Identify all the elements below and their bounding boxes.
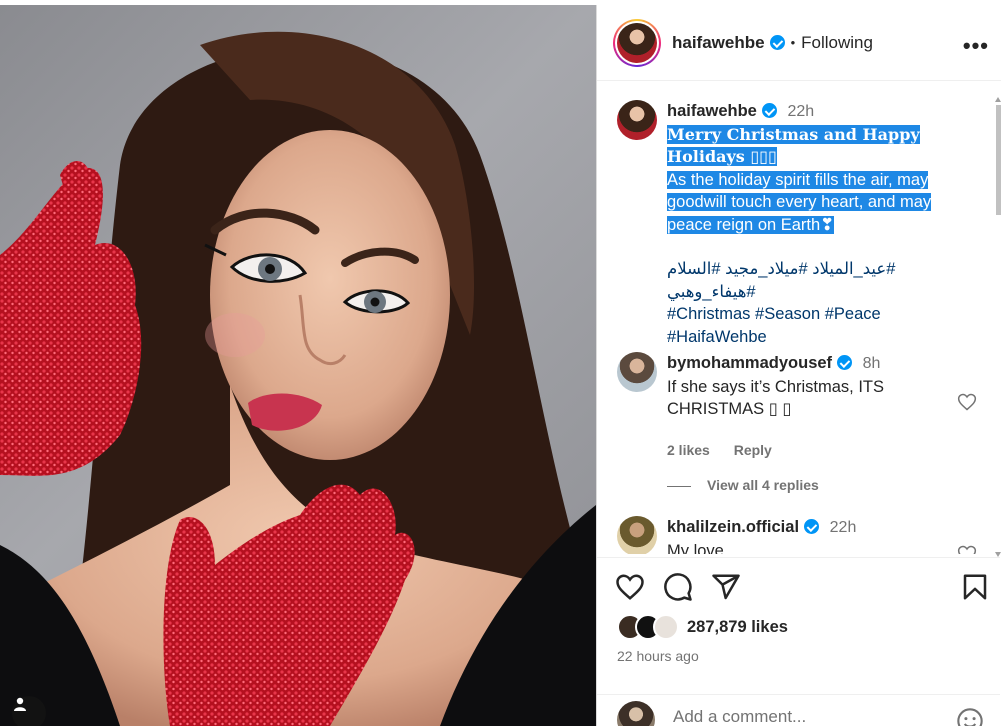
comments-scrollbar[interactable] <box>995 97 1001 557</box>
caption-text-line: goodwill touch every heart, and may <box>667 193 932 211</box>
current-user-avatar <box>617 701 655 726</box>
author-avatar-ring[interactable] <box>613 18 661 67</box>
scroll-up-arrow[interactable] <box>995 97 1001 102</box>
verified-icon <box>804 519 820 534</box>
author-username[interactable]: haifawehbe <box>672 33 765 53</box>
caption-title-line: Holidays ▯▯▯ <box>667 147 777 166</box>
user-tag-icon[interactable] <box>12 696 46 726</box>
commenter-avatar[interactable] <box>617 516 657 554</box>
comment-likes[interactable]: 2 likes <box>667 442 710 458</box>
caption-title-line: Merry Christmas and Happy <box>667 124 920 144</box>
caption-avatar[interactable] <box>617 100 657 140</box>
verified-icon <box>837 355 853 370</box>
author-avatar <box>617 22 657 63</box>
post-sidebar: haifawehbe • Following ••• haifawehbe 22… <box>596 5 1001 726</box>
comment-text: CHRISTMAS ▯ ▯ <box>667 400 792 418</box>
commenter-avatar[interactable] <box>617 352 657 392</box>
reply-button[interactable]: Reply <box>734 442 772 458</box>
post-timestamp[interactable]: 22 hours ago <box>617 648 699 664</box>
likes-row[interactable]: 287,879 likes <box>617 614 788 640</box>
comment-text: If she says it’s Christmas, ITS <box>667 377 884 396</box>
verified-icon <box>761 103 777 118</box>
comment-time[interactable]: 22h <box>830 519 857 536</box>
caption-hashtags: #عيد_الميلاد #ميلاد_مجيد #السلام #هيفاء_… <box>667 258 977 348</box>
post-photo[interactable] <box>0 5 596 726</box>
comment-icon[interactable] <box>663 572 693 602</box>
separator-dot: • <box>790 35 796 50</box>
caption-time[interactable]: 22h <box>787 103 814 120</box>
comment-username[interactable]: bymohammadyousef <box>667 354 832 372</box>
comment-heart-icon[interactable] <box>957 392 977 412</box>
comment-composer <box>597 694 1000 726</box>
heart-icon[interactable] <box>615 572 645 602</box>
post-header: haifawehbe • Following ••• <box>597 5 1001 81</box>
caption-text-line: As the holiday spirit fills the air, may <box>667 170 929 189</box>
comment: khalilzein.official 22h My love <box>617 516 977 554</box>
hashtag-line[interactable]: #عيد_الميلاد #ميلاد_مجيد #السلام #هيفاء_… <box>667 258 977 303</box>
share-icon[interactable] <box>711 572 741 602</box>
comment-username[interactable]: khalilzein.official <box>667 518 799 536</box>
comment-text: My love <box>667 541 724 555</box>
comment: bymohammadyousef 8h If she says it’s Chr… <box>617 352 977 461</box>
emoji-icon[interactable] <box>956 707 984 726</box>
post-actions: 287,879 likes 22 hours ago <box>597 557 1000 726</box>
comments-list[interactable]: haifawehbe 22h Merry Christmas and Happy… <box>597 82 1000 554</box>
portrait-illustration <box>0 31 596 726</box>
bookmark-icon[interactable] <box>960 572 990 602</box>
more-icon[interactable]: ••• <box>963 33 989 59</box>
following-button[interactable]: Following <box>801 33 873 53</box>
add-comment-input[interactable] <box>673 707 933 726</box>
scrollbar-thumb[interactable] <box>996 105 1001 215</box>
comment-heart-icon[interactable] <box>957 544 977 554</box>
hashtag-line[interactable]: #HaifaWehbe <box>667 326 977 349</box>
verified-icon <box>769 35 785 50</box>
instagram-post-view: haifawehbe • Following ••• haifawehbe 22… <box>0 0 1001 726</box>
caption-text-line: peace reign on Earth❣ <box>667 215 835 234</box>
likes-count[interactable]: 287,879 likes <box>687 618 788 637</box>
hashtag-line[interactable]: #Christmas #Season #Peace <box>667 303 977 326</box>
liker-avatar <box>653 614 679 640</box>
caption: haifawehbe 22h Merry Christmas and Happy… <box>617 100 977 348</box>
caption-username[interactable]: haifawehbe <box>667 102 757 120</box>
view-replies-button[interactable]: View all 4 replies <box>667 477 819 493</box>
comment-time[interactable]: 8h <box>863 355 881 372</box>
